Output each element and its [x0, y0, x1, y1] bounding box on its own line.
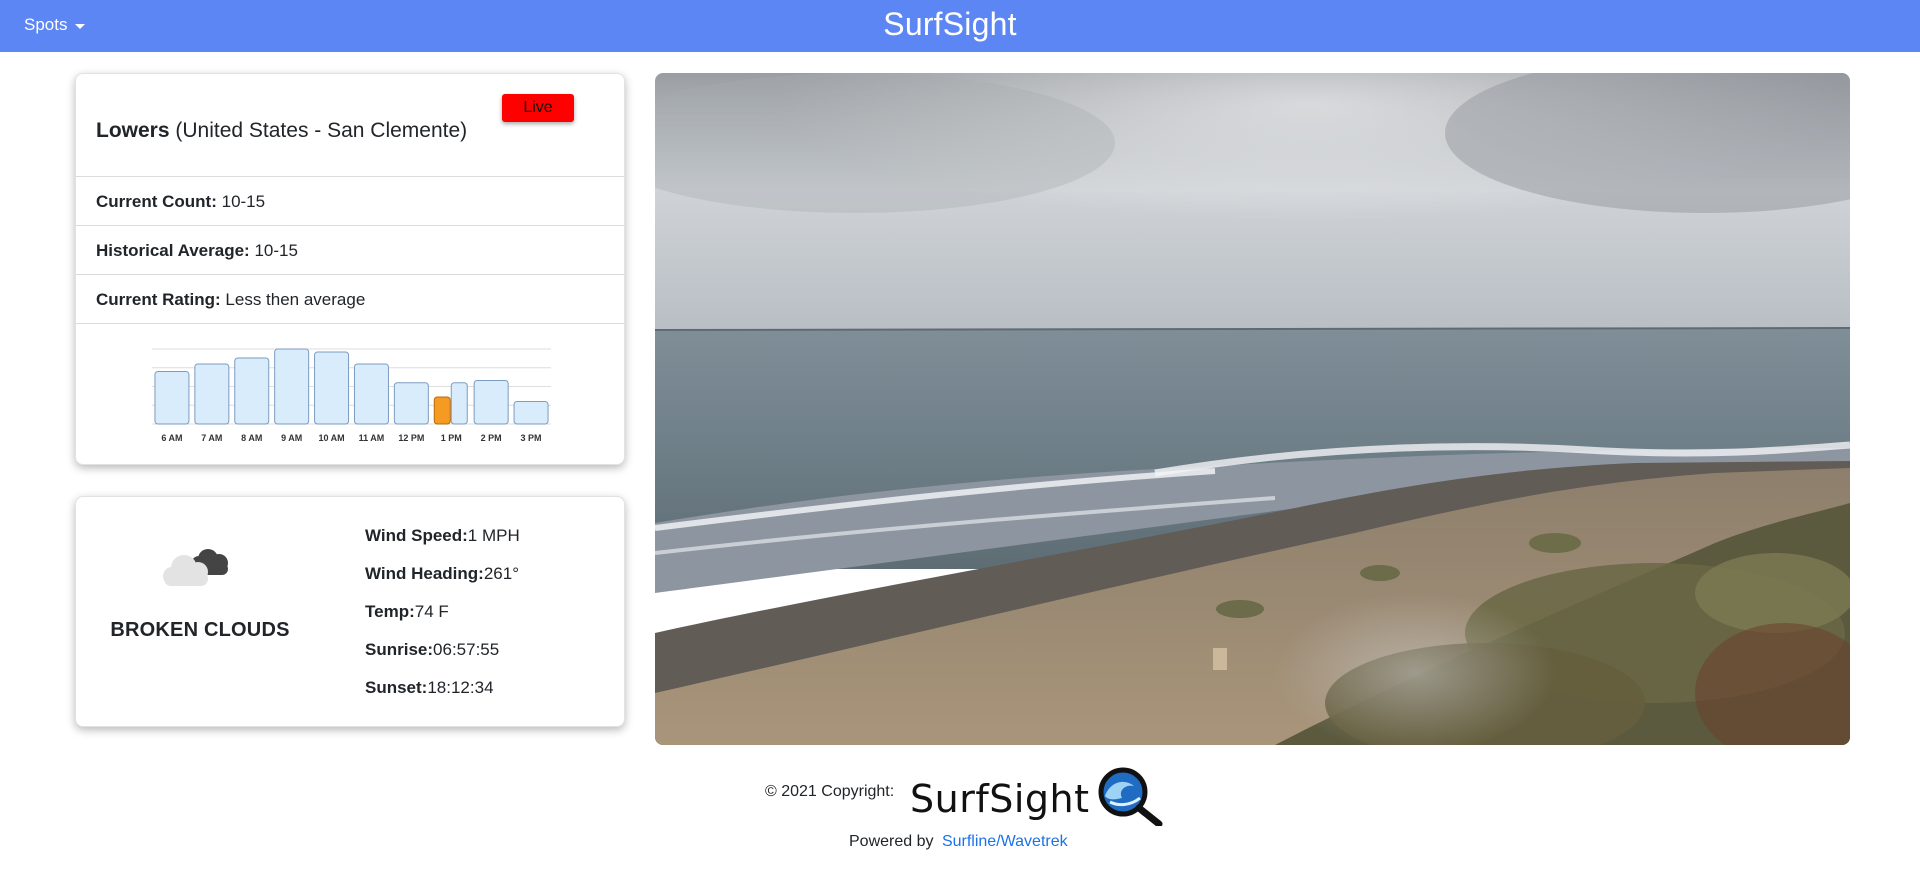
brand-area: SurfSight — [0, 6, 1900, 43]
historical-average-row: Historical Average: 10-15 — [76, 226, 624, 275]
footer-logo-text: SurfSight — [910, 776, 1090, 821]
chart-tick-label: 7 AM — [201, 433, 222, 443]
chart-bar[interactable] — [513, 401, 549, 425]
powered-by-label: Powered by — [849, 833, 934, 850]
spot-location: (United States - San Clemente) — [175, 119, 468, 142]
chart-tick-label: 12 PM — [398, 433, 424, 443]
historical-average-value: 10-15 — [254, 241, 298, 260]
footer-powered-by: Powered by Surfline/Wavetrek — [849, 833, 1068, 851]
current-count-value: 10-15 — [221, 192, 266, 211]
chart-tick-label: 3 PM — [521, 433, 542, 443]
chart-tick-label: 10 AM — [318, 433, 344, 443]
chart-tick-label: 6 AM — [161, 433, 182, 443]
current-count-row: Current Count: 10-15 — [76, 177, 624, 226]
chart-bar-current[interactable] — [433, 396, 451, 425]
wind-speed-value: 1 MPH — [467, 526, 520, 545]
navbar: Spots SurfSight — [0, 0, 1920, 52]
spot-name: Lowers — [96, 119, 170, 142]
chart-tick-label: 9 AM — [281, 433, 302, 443]
sunrise-label: Sunrise: — [365, 640, 434, 659]
current-rating-label: Current Rating: — [96, 290, 221, 309]
chart-bar[interactable] — [194, 363, 230, 425]
current-rating-row: Current Rating: Less then average — [76, 275, 624, 324]
sunset-label: Sunset: — [365, 678, 428, 697]
wind-heading-row: Wind Heading:261° — [365, 565, 520, 603]
crowd-chart-svg: 6 AM 7 AM 8 AM 9 AM 10 AM 11 AM 12 PM 1 PM 2 PM 3… — [152, 348, 551, 443]
wind-speed-row: Wind Speed:1 MPH — [365, 527, 520, 565]
footer-copyright: © 2021 Copyright: — [765, 783, 895, 800]
sunrise-row: Sunrise:06:57:55 — [365, 641, 520, 679]
chart-tick-label: 1 PM — [441, 433, 462, 443]
temp-row: Temp:74 F — [365, 603, 520, 641]
spot-info-card: Lowers (United States - San Clemente) Li… — [75, 73, 625, 465]
wind-speed-label: Wind Speed: — [365, 526, 468, 545]
current-count-label: Current Count: — [96, 192, 217, 211]
chart-bar[interactable] — [314, 351, 350, 425]
surfline-link[interactable]: Surfline/Wavetrek — [942, 833, 1068, 850]
footer-logo: SurfSight — [910, 766, 1164, 831]
historical-average-label: Historical Average: — [96, 241, 250, 260]
sunrise-value: 06:57:55 — [433, 640, 500, 659]
temp-value: 74 F — [414, 602, 449, 621]
chart-tick-label: 2 PM — [481, 433, 502, 443]
sunset-row: Sunset:18:12:34 — [365, 679, 520, 717]
temp-label: Temp: — [365, 602, 415, 621]
chart-bar[interactable] — [154, 371, 190, 425]
brand-title[interactable]: SurfSight — [883, 6, 1016, 42]
live-badge: Live — [502, 94, 574, 122]
chart-bar[interactable] — [393, 382, 429, 425]
current-rating-value: Less then average — [225, 290, 366, 309]
sunset-value: 18:12:34 — [427, 678, 494, 697]
crowd-chart: 6 AM 7 AM 8 AM 9 AM 10 AM 11 AM 12 PM 1 PM 2 PM 3… — [76, 327, 624, 464]
weather-details: Wind Speed:1 MPH Wind Heading:261° Temp:… — [365, 527, 520, 717]
chart-bar[interactable] — [473, 380, 509, 425]
spot-title: Lowers (United States - San Clemente) — [96, 119, 467, 143]
broken-clouds-icon — [158, 542, 234, 597]
spot-header: Lowers (United States - San Clemente) Li… — [76, 74, 624, 177]
wind-heading-value: 261° — [483, 564, 520, 583]
magnifier-wave-icon — [1096, 766, 1164, 831]
chart-tick-label: 8 AM — [241, 433, 262, 443]
surf-cam-image — [655, 73, 1850, 745]
chart-bar[interactable] — [353, 363, 389, 425]
chart-bar[interactable] — [274, 348, 310, 425]
chart-bar[interactable] — [234, 357, 270, 425]
live-surf-cam[interactable] — [655, 73, 1850, 745]
chart-bar[interactable] — [450, 382, 468, 425]
weather-card: BROKEN CLOUDS Wind Speed:1 MPH Wind Head… — [75, 496, 625, 727]
wind-heading-label: Wind Heading: — [365, 564, 484, 583]
weather-description: BROKEN CLOUDS — [110, 619, 290, 641]
chart-tick-label: 11 AM — [359, 433, 385, 443]
